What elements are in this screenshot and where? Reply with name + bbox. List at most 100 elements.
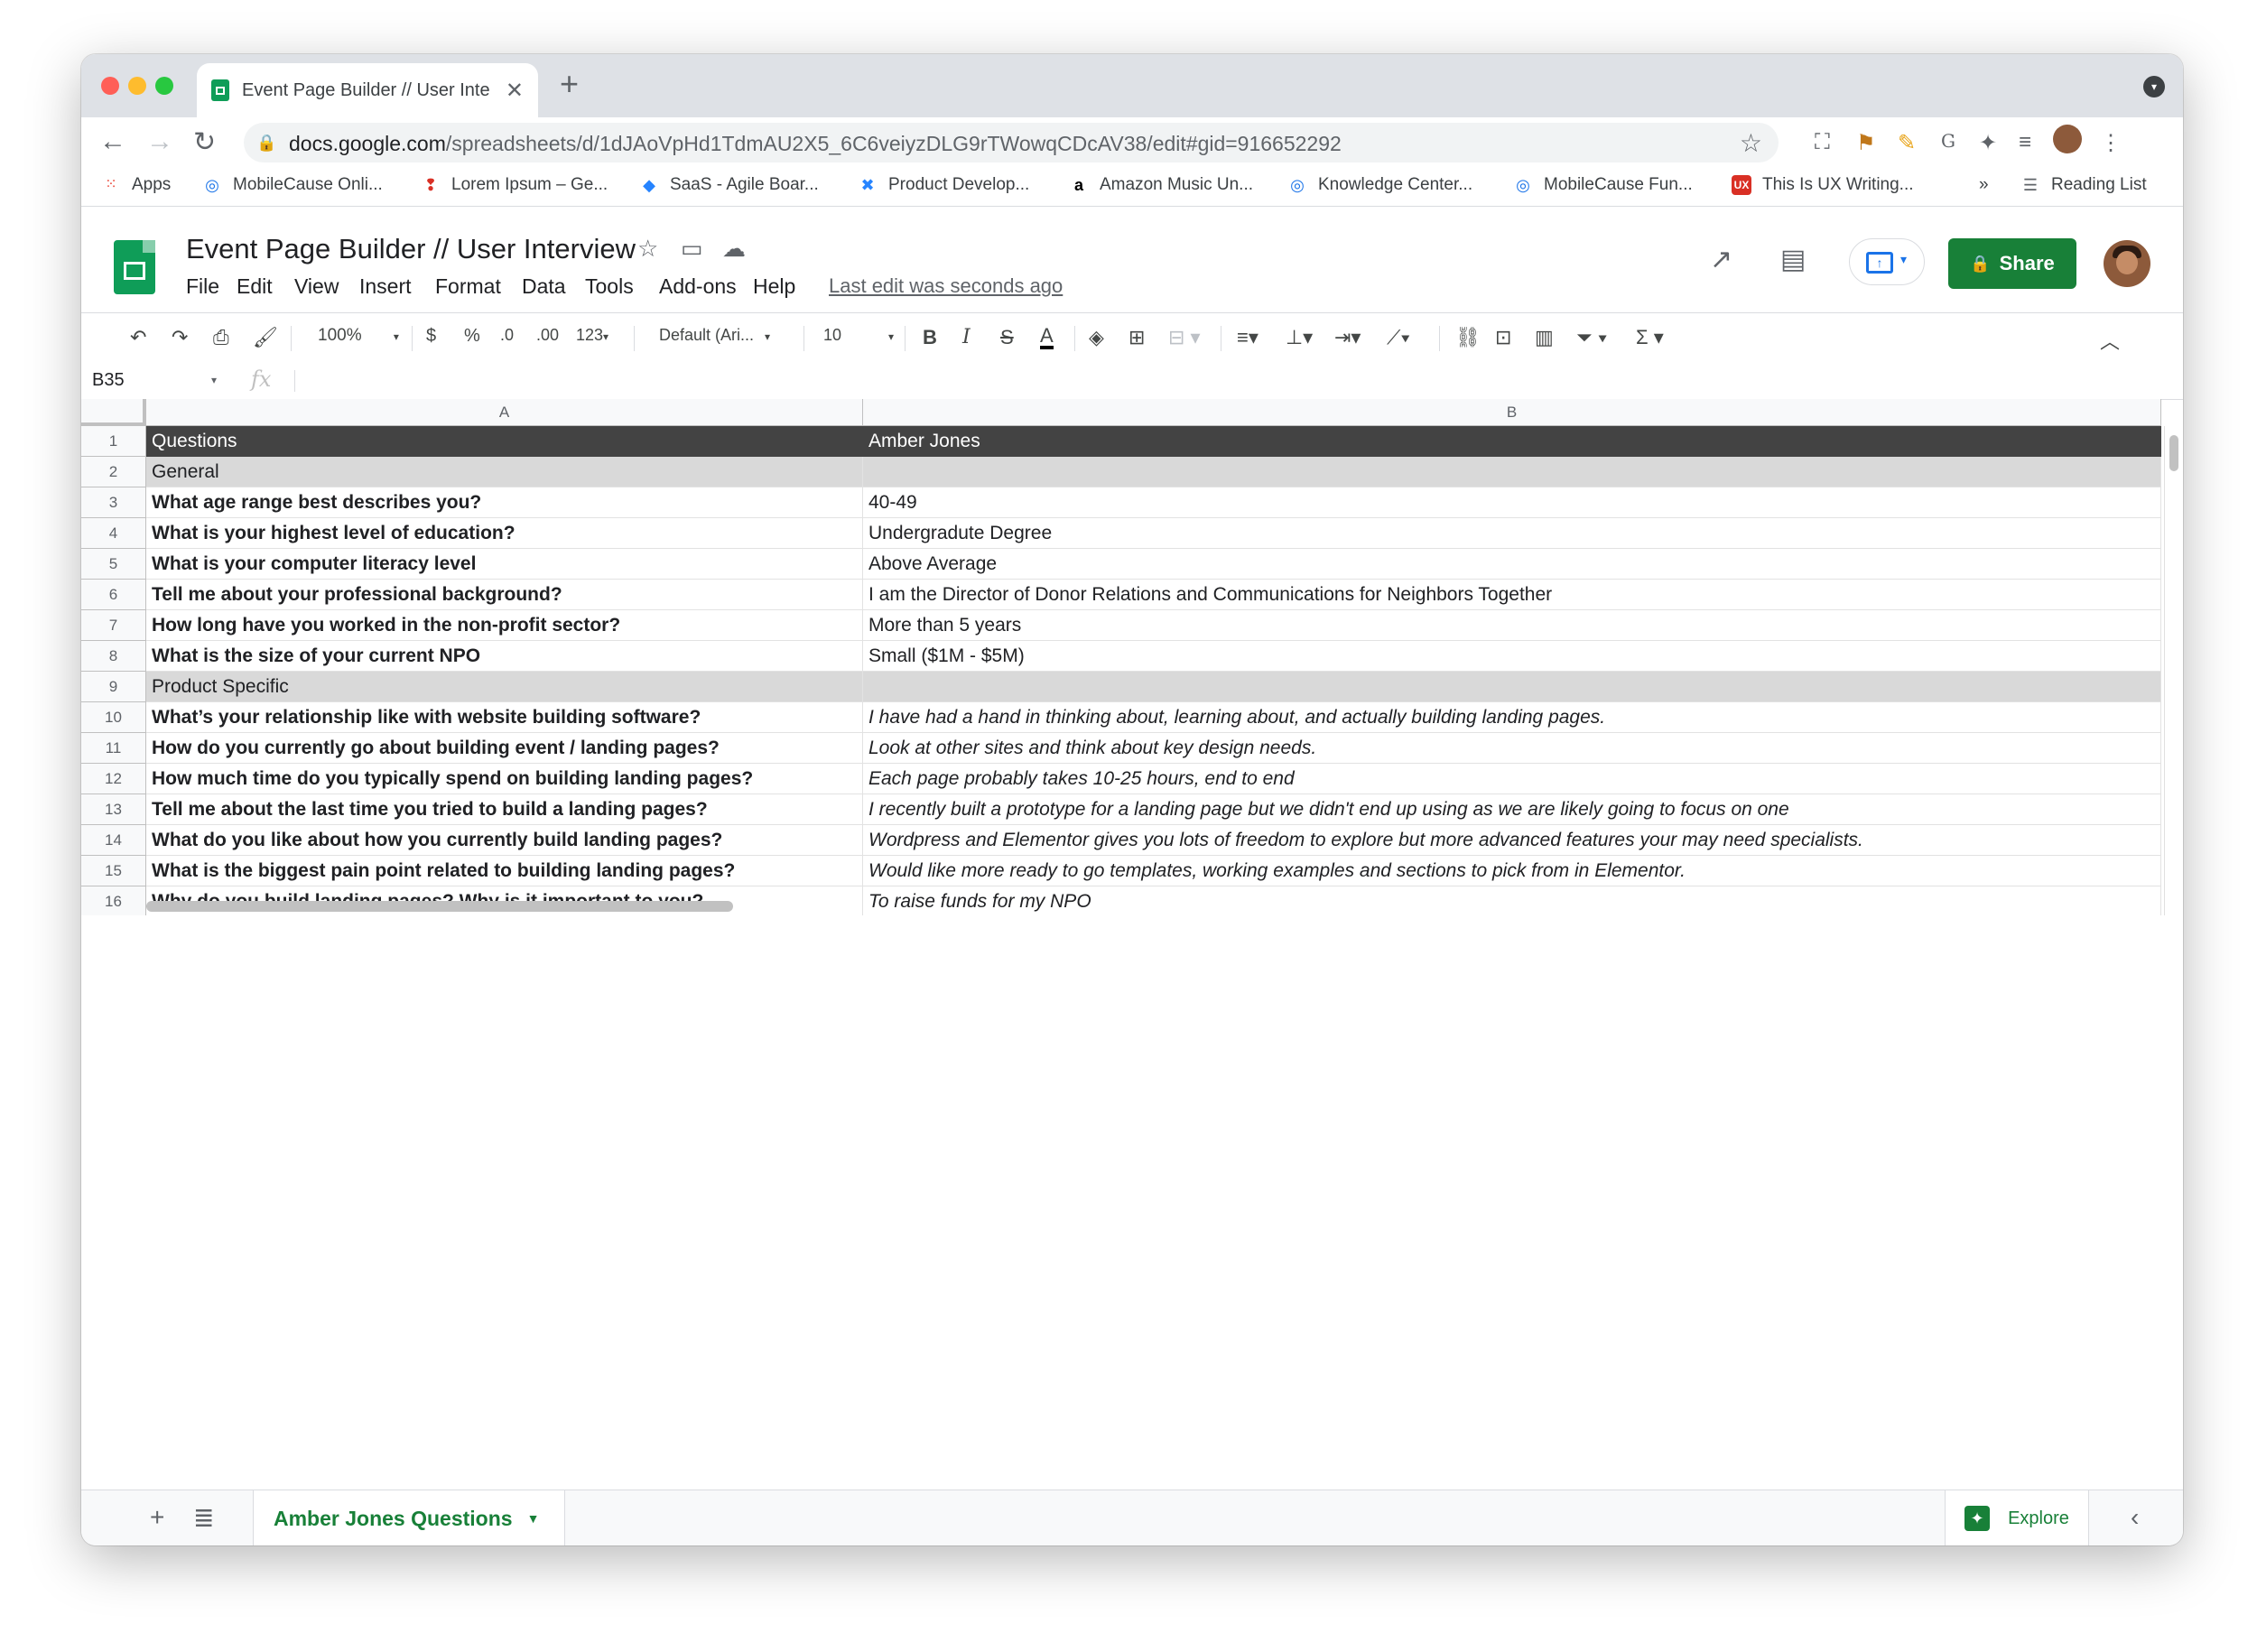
bookmarks-overflow-button[interactable]: » bbox=[1979, 175, 1989, 195]
extension-note-icon[interactable]: ✎ bbox=[1898, 130, 1916, 156]
cell-answer[interactable]: Look at other sites and think about key … bbox=[863, 733, 2161, 764]
more-formats-button[interactable]: 123▾ bbox=[576, 326, 608, 345]
cell-question[interactable]: Tell me about your professional backgrou… bbox=[146, 580, 863, 610]
maximize-window-button[interactable] bbox=[155, 77, 173, 95]
share-button[interactable]: 🔒 Share bbox=[1948, 238, 2076, 289]
chevron-down-icon[interactable]: ▾ bbox=[211, 374, 217, 386]
name-box[interactable]: B35 bbox=[92, 370, 125, 391]
cell-question[interactable]: Product Specific bbox=[146, 672, 863, 702]
row-number[interactable]: 3 bbox=[81, 487, 146, 518]
row-number[interactable]: 14 bbox=[81, 825, 146, 856]
menu-add-ons[interactable]: Add-ons bbox=[659, 274, 737, 299]
add-sheet-icon[interactable]: + bbox=[150, 1503, 164, 1532]
comments-icon[interactable]: ▤ bbox=[1780, 244, 1806, 275]
last-edit-link[interactable]: Last edit was seconds ago bbox=[829, 274, 1063, 298]
row-number[interactable]: 15 bbox=[81, 856, 146, 886]
increase-decimal-button[interactable]: .00 bbox=[536, 326, 559, 345]
font-size-select[interactable]: 10 ▾ bbox=[823, 326, 894, 345]
sheet-tab-active[interactable]: Amber Jones Questions ▼ bbox=[253, 1490, 565, 1545]
move-folder-icon[interactable]: ▭ bbox=[681, 235, 703, 263]
text-color-icon[interactable]: A bbox=[1040, 326, 1054, 349]
forward-arrow-icon[interactable]: → bbox=[146, 126, 173, 157]
reload-icon[interactable]: ↻ bbox=[193, 126, 216, 158]
bookmark-saas-agile[interactable]: ◆ SaaS - Agile Boar... bbox=[639, 175, 819, 195]
cell-answer[interactable] bbox=[863, 457, 2161, 487]
menu-insert[interactable]: Insert bbox=[359, 274, 412, 299]
present-button[interactable]: ↑ ▾ bbox=[1849, 238, 1925, 285]
account-avatar[interactable] bbox=[2104, 240, 2150, 287]
cloud-status-icon[interactable]: ☁ bbox=[722, 235, 746, 263]
cell-answer[interactable]: Would like more ready to go templates, w… bbox=[863, 856, 2161, 886]
side-panel-toggle-icon[interactable]: ‹ bbox=[2131, 1503, 2139, 1532]
row-number[interactable]: 1 bbox=[81, 426, 146, 457]
menu-view[interactable]: View bbox=[294, 274, 339, 299]
menu-format[interactable]: Format bbox=[435, 274, 501, 299]
bookmark-knowledge-center[interactable]: ◎ Knowledge Center... bbox=[1287, 175, 1472, 195]
cell-question[interactable]: Questions bbox=[146, 426, 863, 457]
cell-question[interactable]: How long have you worked in the non-prof… bbox=[146, 610, 863, 641]
text-wrap-icon[interactable]: ⇥▾ bbox=[1334, 326, 1361, 349]
cell-question[interactable]: What’s your relationship like with websi… bbox=[146, 702, 863, 733]
menu-file[interactable]: File bbox=[186, 274, 219, 299]
row-number[interactable]: 2 bbox=[81, 457, 146, 487]
collapse-toolbar-icon[interactable]: ︿ bbox=[2100, 326, 2120, 355]
row-number[interactable]: 6 bbox=[81, 580, 146, 610]
reading-list-button[interactable]: ☰ Reading List bbox=[2020, 175, 2147, 195]
menu-help[interactable]: Help bbox=[753, 274, 795, 299]
cell-answer[interactable]: 40-49 bbox=[863, 487, 2161, 518]
row-number[interactable]: 8 bbox=[81, 641, 146, 672]
bookmark-ux-writing[interactable]: UX This Is UX Writing... bbox=[1732, 175, 1914, 195]
menu-edit[interactable]: Edit bbox=[237, 274, 273, 299]
text-rotation-icon[interactable]: ⟋▾ bbox=[1387, 326, 1410, 349]
grammarly-icon[interactable]: G bbox=[1941, 130, 1955, 152]
extension-flag-icon[interactable]: ⚑ bbox=[1856, 130, 1876, 156]
row-number[interactable]: 16 bbox=[81, 886, 146, 915]
address-bar[interactable]: 🔒 docs.google.com/spreadsheets/d/1dJAoVp… bbox=[244, 123, 1779, 162]
browser-menu-icon[interactable]: ⋮ bbox=[2100, 130, 2122, 156]
chevron-down-icon[interactable]: ▼ bbox=[527, 1511, 540, 1526]
cell-answer[interactable]: To raise funds for my NPO bbox=[863, 886, 2161, 915]
horizontal-scrollbar[interactable] bbox=[146, 901, 733, 912]
insert-link-icon[interactable]: ⛓ bbox=[1455, 326, 1481, 349]
row-number[interactable]: 13 bbox=[81, 794, 146, 825]
sheets-logo-icon[interactable] bbox=[114, 240, 155, 294]
cell-question[interactable]: General bbox=[146, 457, 863, 487]
media-queue-icon[interactable]: ≡ bbox=[2019, 130, 2031, 155]
screenshot-icon[interactable]: ⛶ bbox=[1815, 130, 1830, 155]
bookmark-lorem-ipsum[interactable]: ❢ Lorem Ipsum – Ge... bbox=[421, 175, 608, 195]
filter-icon[interactable]: ⏷ ▾ bbox=[1576, 326, 1607, 349]
cell-answer[interactable]: I recently built a prototype for a landi… bbox=[863, 794, 2161, 825]
horizontal-align-icon[interactable]: ≡▾ bbox=[1237, 326, 1259, 349]
cell-answer[interactable]: Amber Jones bbox=[863, 426, 2161, 457]
cell-question[interactable]: Tell me about the last time you tried to… bbox=[146, 794, 863, 825]
cell-question[interactable]: What do you like about how you currently… bbox=[146, 825, 863, 856]
decrease-decimal-button[interactable]: .0 bbox=[500, 326, 514, 345]
bookmark-star-icon[interactable]: ☆ bbox=[1740, 128, 1762, 158]
browser-tab[interactable]: Event Page Builder // User Inte ✕ bbox=[197, 63, 538, 117]
close-window-button[interactable] bbox=[101, 77, 119, 95]
bookmark-mobilecause-online[interactable]: ◎ MobileCause Onli... bbox=[202, 175, 383, 195]
redo-icon[interactable]: ↷ bbox=[172, 326, 188, 349]
minimize-window-button[interactable] bbox=[128, 77, 146, 95]
functions-icon[interactable]: Σ ▾ bbox=[1636, 326, 1664, 349]
profile-avatar-icon[interactable] bbox=[2053, 125, 2082, 153]
row-number[interactable]: 12 bbox=[81, 764, 146, 794]
column-header-a[interactable]: A bbox=[146, 399, 863, 426]
font-family-select[interactable]: Default (Ari... ▾ bbox=[659, 326, 770, 345]
explore-button[interactable]: ✦ Explore bbox=[1945, 1490, 2089, 1545]
vertical-align-icon[interactable]: ⊥▾ bbox=[1286, 326, 1313, 349]
cell-answer[interactable]: Undergradute Degree bbox=[863, 518, 2161, 549]
bold-icon[interactable]: B bbox=[923, 326, 937, 349]
cell-answer[interactable] bbox=[863, 672, 2161, 702]
row-number[interactable]: 7 bbox=[81, 610, 146, 641]
currency-format-button[interactable]: $ bbox=[426, 326, 436, 347]
fill-color-icon[interactable]: ◈ bbox=[1089, 326, 1104, 349]
strikethrough-icon[interactable]: S bbox=[1000, 326, 1014, 349]
bookmark-amazon-music[interactable]: a Amazon Music Un... bbox=[1069, 175, 1253, 195]
cell-question[interactable]: What is the size of your current NPO bbox=[146, 641, 863, 672]
cell-question[interactable]: How do you currently go about building e… bbox=[146, 733, 863, 764]
cell-answer[interactable]: More than 5 years bbox=[863, 610, 2161, 641]
tab-search-icon[interactable]: ▾ bbox=[2143, 76, 2165, 97]
cell-question[interactable]: What is your computer literacy level bbox=[146, 549, 863, 580]
cell-answer[interactable]: Wordpress and Elementor gives you lots o… bbox=[863, 825, 2161, 856]
